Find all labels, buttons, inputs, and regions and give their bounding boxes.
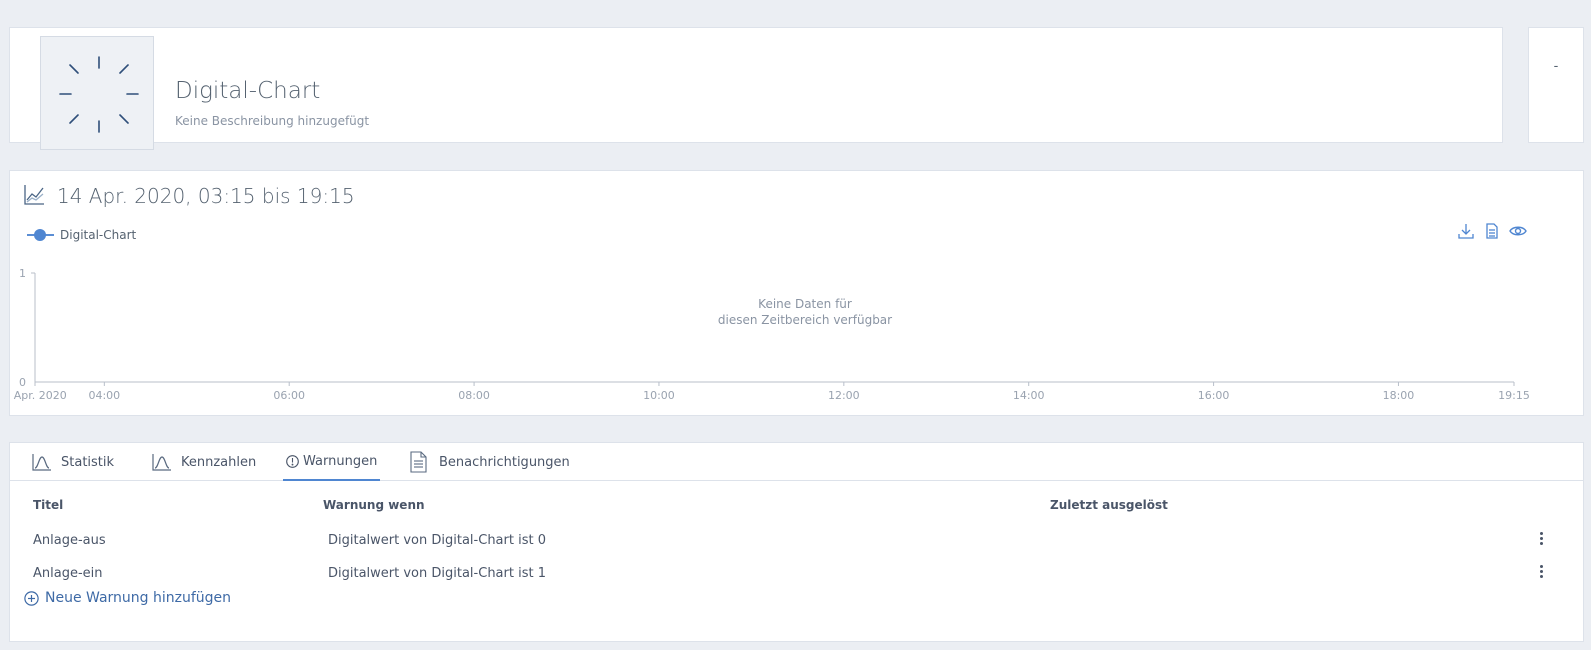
x-tick-label: 18:00	[1383, 389, 1415, 402]
tab-statistik[interactable]: Statistik	[32, 443, 114, 481]
warning-condition: Digitalwert von Digital-Chart ist 0	[328, 533, 546, 548]
y-tick-label: 1	[19, 267, 26, 280]
x-tick-label: 4 Apr. 2020	[10, 389, 67, 402]
legend-marker	[27, 229, 54, 241]
add-warning-label: Neue Warnung hinzufügen	[45, 590, 232, 606]
tab-statistik-label: Statistik	[61, 454, 115, 470]
row-menu-icon[interactable]	[1538, 532, 1544, 548]
table-row[interactable]: Anlage-ein Digitalwert von Digital-Chart…	[10, 558, 1583, 591]
tab-benachrichtigungen[interactable]: Benachrichtigungen	[410, 443, 570, 481]
y-tick-label: 0	[19, 376, 26, 389]
alert-circle-icon	[286, 454, 299, 468]
tab-bar: Statistik Kennzahlen Warnungen Benachric…	[10, 443, 1583, 481]
tab-kennzahlen-label: Kennzahlen	[181, 454, 257, 470]
x-tick-label: 12:00	[828, 389, 860, 402]
side-card: -	[1528, 27, 1584, 143]
line-chart-icon	[23, 184, 45, 210]
chart-legend[interactable]: Digital-Chart	[27, 228, 136, 242]
row-menu-icon[interactable]	[1538, 565, 1544, 581]
tab-kennzahlen[interactable]: Kennzahlen	[152, 443, 256, 481]
page-title: Digital-Chart	[175, 78, 321, 104]
column-header-warnung-wenn[interactable]: Warnung wenn	[323, 498, 425, 512]
x-tick-label: 19:15	[1498, 389, 1530, 402]
tab-warnungen[interactable]: Warnungen	[283, 443, 381, 481]
distribution-icon	[32, 453, 52, 471]
eye-icon[interactable]	[1509, 222, 1527, 240]
download-icon[interactable]	[1457, 222, 1475, 240]
warning-title: Anlage-aus	[33, 533, 106, 548]
document-icon	[410, 451, 427, 473]
x-tick-label: 10:00	[643, 389, 675, 402]
header-card: Digital-Chart Keine Beschreibung hinzuge…	[9, 27, 1503, 150]
chart-title: 14 Apr. 2020, 03:15 bis 19:15	[57, 184, 355, 208]
table-row[interactable]: Anlage-aus Digitalwert von Digital-Chart…	[10, 525, 1583, 558]
x-tick-label: 08:00	[458, 389, 490, 402]
column-header-zuletzt-ausgeloest[interactable]: Zuletzt ausgelöst	[1050, 498, 1168, 512]
x-tick-label: 04:00	[88, 389, 120, 402]
tab-benachrichtigungen-label: Benachrichtigungen	[439, 454, 570, 470]
tab-warnungen-label: Warnungen	[303, 453, 378, 469]
no-data-line-2: diesen Zeitbereich verfügbar	[717, 313, 893, 327]
x-tick-label: 06:00	[273, 389, 305, 402]
spinner-icon	[40, 36, 154, 150]
x-tick-label: 16:00	[1198, 389, 1230, 402]
warning-condition: Digitalwert von Digital-Chart ist 1	[328, 566, 546, 581]
chart-toolbar	[1457, 222, 1527, 240]
no-data-line-1: Keine Daten für	[758, 297, 852, 311]
details-card: Statistik Kennzahlen Warnungen Benachric…	[9, 442, 1584, 642]
legend-label: Digital-Chart	[60, 228, 137, 242]
x-tick-label: 14:00	[1013, 389, 1045, 402]
warning-title: Anlage-ein	[33, 566, 103, 581]
plus-circle-icon	[24, 590, 39, 606]
document-icon[interactable]	[1483, 222, 1501, 240]
side-value: -	[1553, 59, 1559, 74]
distribution-icon	[152, 453, 172, 471]
add-warning-button[interactable]: Neue Warnung hinzufügen	[24, 590, 231, 606]
no-data-message: Keine Daten für diesen Zeitbereich verfü…	[670, 296, 940, 328]
column-header-titel[interactable]: Titel	[33, 498, 63, 512]
page-description: Keine Beschreibung hinzugefügt	[175, 114, 370, 128]
chart-card: 0 1 4 Apr. 2020 04:00 06:00 08:00 10:00 12:00 14…	[9, 170, 1584, 416]
